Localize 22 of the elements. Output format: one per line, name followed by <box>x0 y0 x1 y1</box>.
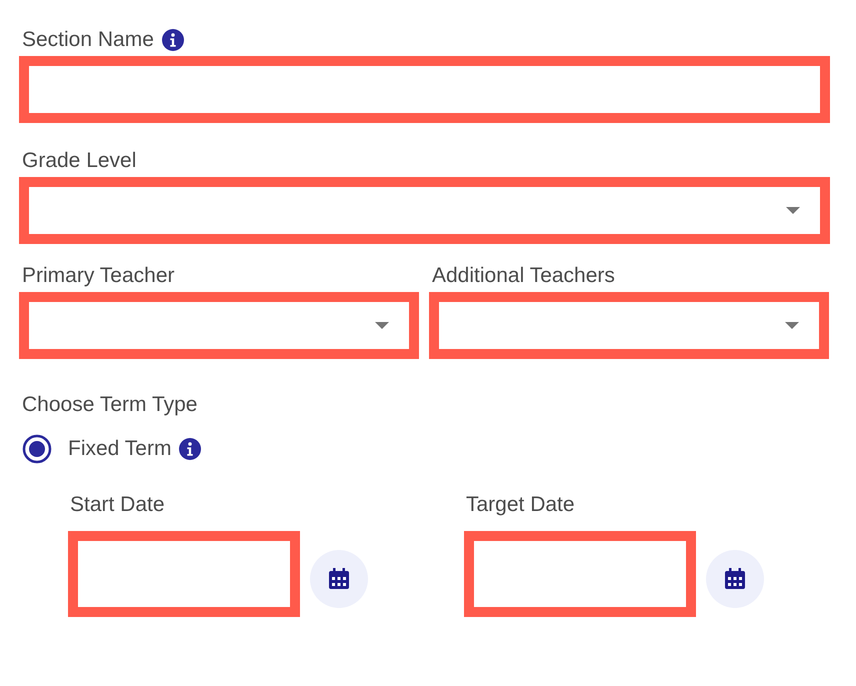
radio-button[interactable] <box>22 434 52 464</box>
dropdown-field[interactable] <box>19 177 830 244</box>
info-icon[interactable] <box>162 29 184 51</box>
caret-icon <box>375 322 389 330</box>
field-label: Start Date <box>70 493 165 517</box>
group-label: Choose Term Type <box>22 393 198 417</box>
calendar-icon <box>724 568 746 590</box>
field-label: Target Date <box>466 493 575 517</box>
field-label: Section Name <box>22 28 154 52</box>
date-field[interactable] <box>68 531 300 617</box>
radio-label: Fixed Term <box>68 437 172 461</box>
caret-icon <box>785 322 799 330</box>
info-icon[interactable] <box>179 438 202 460</box>
calendar-icon <box>328 568 350 590</box>
dropdown-field[interactable] <box>19 292 419 359</box>
caret-icon <box>786 207 800 215</box>
field-label: Additional Teachers <box>432 264 615 288</box>
field-label: Grade Level <box>22 149 136 173</box>
input-field[interactable] <box>19 56 830 123</box>
date-field[interactable] <box>464 531 696 617</box>
field-label: Primary Teacher <box>22 264 174 288</box>
dropdown-field[interactable] <box>429 292 829 359</box>
